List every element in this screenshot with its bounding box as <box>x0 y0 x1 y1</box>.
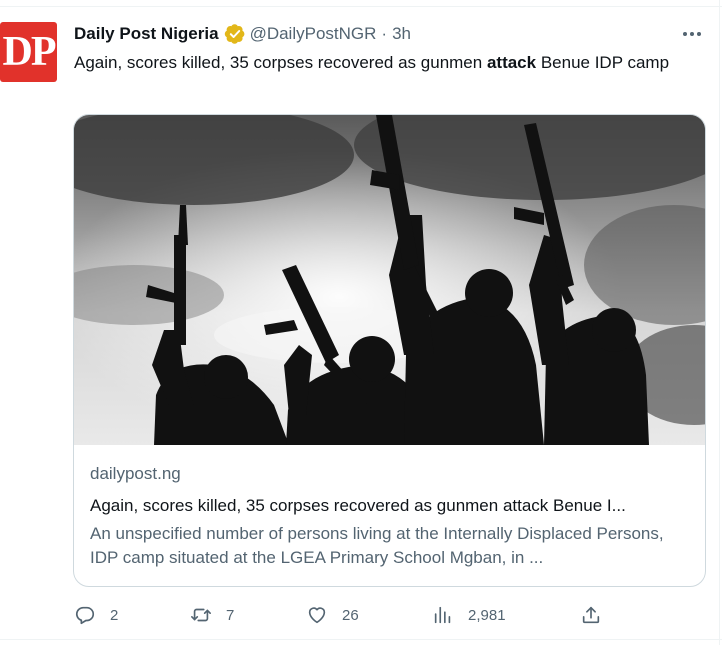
gunmen-silhouette-photo <box>74 115 705 445</box>
right-divider <box>719 0 720 645</box>
heart-icon <box>308 607 326 624</box>
top-divider <box>0 6 722 7</box>
card-description: An unspecified number of persons living … <box>90 524 664 567</box>
share-button[interactable] <box>580 603 602 627</box>
card-title[interactable]: Again, scores killed, 35 corpses recover… <box>90 494 690 518</box>
reply-button[interactable]: 2 <box>74 603 118 627</box>
like-button[interactable]: 26 <box>306 603 359 627</box>
retweet-button[interactable]: 7 <box>190 603 234 627</box>
share-icon <box>582 606 600 624</box>
tweet-text-part: Benue IDP camp <box>536 53 670 72</box>
link-card[interactable]: dailypost.ng Again, scores killed, 35 co… <box>73 114 706 587</box>
like-count: 26 <box>342 606 359 624</box>
more-options-icon[interactable] <box>680 24 704 44</box>
avatar-label: DP <box>2 29 57 75</box>
reply-icon <box>75 606 95 625</box>
reply-count: 2 <box>110 606 119 624</box>
retweet-count: 7 <box>226 606 235 624</box>
card-image[interactable] <box>74 115 705 445</box>
handle[interactable]: @DailyPostNGR <box>250 24 377 44</box>
analytics-icon <box>434 606 451 624</box>
retweet-icon <box>191 608 211 622</box>
separator-dot: · <box>381 24 388 43</box>
tweet-text-part: Again, scores killed, 35 corpses recover… <box>74 53 487 72</box>
verified-badge-icon[interactable] <box>224 23 246 45</box>
tweet-actions: 2 7 26 2,981 <box>0 603 722 627</box>
avatar[interactable]: DP <box>0 22 57 82</box>
card-domain: dailypost.ng <box>90 464 181 483</box>
timestamp[interactable]: 3h <box>392 24 411 44</box>
tweet-text-highlight: attack <box>486 53 537 72</box>
card-body: dailypost.ng Again, scores killed, 35 co… <box>90 462 690 570</box>
tweet-text: Again, scores killed, 35 corpses recover… <box>74 50 704 75</box>
tweet-header: Daily Post Nigeria @DailyPostNGR · 3h <box>74 22 411 46</box>
bottom-divider <box>0 639 722 640</box>
view-count: 2,981 <box>468 606 506 624</box>
display-name[interactable]: Daily Post Nigeria <box>74 24 219 44</box>
views-button[interactable]: 2,981 <box>432 603 506 627</box>
